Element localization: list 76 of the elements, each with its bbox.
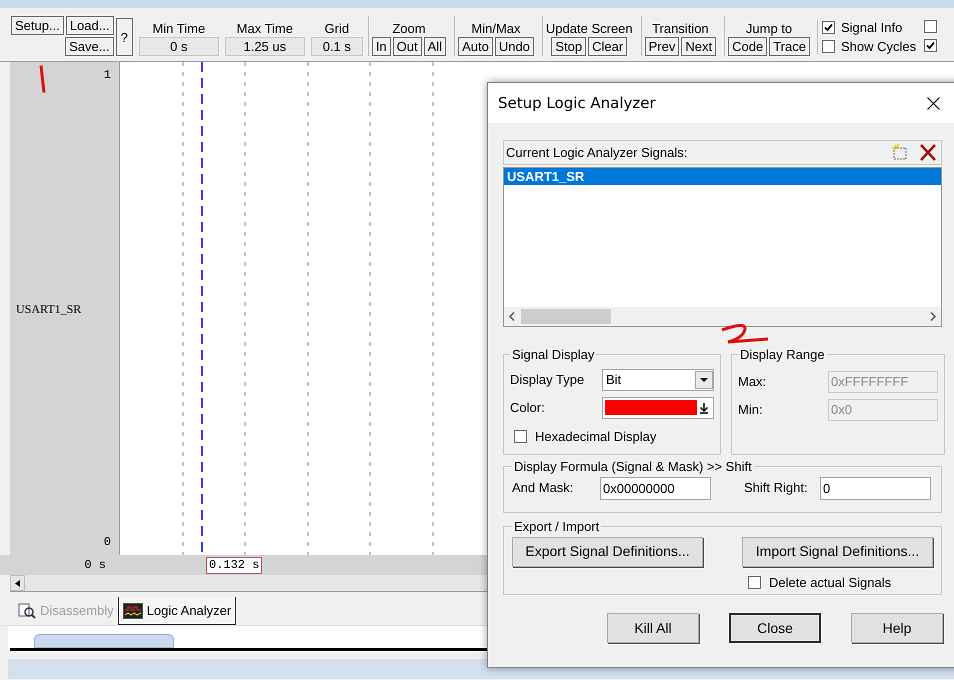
toolbar-button[interactable]: Auto: [458, 37, 493, 56]
toolbar-button[interactable]: Save...: [65, 37, 114, 56]
readout-value: 1.25 us: [224, 37, 305, 56]
caret-icon: [700, 378, 708, 382]
waveform-icon: [122, 602, 143, 618]
option-checkbox[interactable]: [924, 20, 938, 33]
field-label: Min:: [738, 400, 764, 419]
field-label: Max:: [738, 372, 768, 391]
magnifier-icon: [18, 603, 36, 619]
group-label: Zoom: [392, 20, 426, 37]
close-icon[interactable]: [927, 96, 940, 110]
color-picker[interactable]: [602, 396, 714, 418]
toolbar-button[interactable]: Load...: [66, 16, 114, 35]
checkbox-label: Hexadecimal Display: [535, 428, 656, 446]
field-label: Color:: [510, 398, 546, 417]
group-legend: Signal Display: [510, 345, 596, 364]
chevron-left-icon: [509, 312, 515, 321]
field-label: Shift Right:: [744, 479, 809, 498]
option-checkbox[interactable]: [924, 39, 938, 52]
cursor-time: 0.132 s: [206, 556, 262, 574]
group-legend: Display Range: [738, 345, 827, 364]
readout-value: 0 s: [138, 37, 219, 56]
toolbar-button[interactable]: Clear: [588, 37, 628, 56]
readout-label: Grid: [324, 20, 350, 37]
option-label: Show Cycles: [840, 39, 916, 54]
readout-label: Max Time: [236, 20, 293, 37]
group-label: Update Screen: [546, 20, 633, 37]
hexadecimal-checkbox[interactable]: [514, 430, 527, 443]
readout-label: Min Time: [152, 20, 206, 37]
toolbar-button[interactable]: Setup...: [11, 16, 64, 35]
scroll-left-icon[interactable]: [10, 575, 25, 591]
horizontal-scrollbar[interactable]: [504, 307, 941, 326]
time-label: 0 s: [83, 557, 107, 574]
dialog-button[interactable]: Import Signal Definitions...: [742, 536, 933, 566]
group-label: Jump to: [746, 20, 792, 37]
group-label: Transition: [652, 20, 709, 37]
toolbar-button[interactable]: Prev: [644, 37, 680, 56]
group-legend: Display Formula (Signal & Mask) >> Shift: [512, 457, 754, 476]
group-label: Min/Max: [471, 20, 521, 37]
field-label: And Mask:: [512, 479, 574, 498]
dialog-button[interactable]: Export Signal Definitions...: [512, 536, 703, 566]
option-checkbox[interactable]: [822, 40, 835, 53]
dialog-button[interactable]: Help: [851, 613, 943, 643]
toolbar-button[interactable]: Trace: [769, 37, 810, 56]
option-checkbox[interactable]: [822, 21, 835, 34]
toolbar-button[interactable]: Stop: [551, 37, 586, 56]
checkbox-label: Delete actual Signals: [769, 574, 892, 592]
axis-label: 1: [104, 67, 111, 84]
option-label: Signal Info: [840, 20, 902, 35]
toolbar-button[interactable]: All: [424, 37, 446, 56]
axis-label: 0: [104, 534, 111, 551]
toolbar-button[interactable]: Next: [681, 37, 716, 56]
signal-list-item[interactable]: USART1_SR: [504, 168, 941, 185]
readout-value: 0.1 s: [310, 37, 363, 56]
chevron-right-icon: [930, 312, 936, 321]
dialog-button[interactable]: Close: [729, 613, 821, 643]
toolbar-button[interactable]: In: [372, 37, 391, 56]
download-arrow-icon: [697, 400, 711, 414]
annotation-stroke: [720, 322, 770, 344]
display-type-select[interactable]: Bit: [602, 368, 714, 390]
delete-signals-checkbox[interactable]: [748, 576, 761, 589]
field-label: Display Type: [510, 370, 586, 389]
toolbar-button[interactable]: Undo: [494, 37, 534, 56]
and-mask-input[interactable]: 0x00000000: [600, 476, 711, 500]
dialog-button[interactable]: Kill All: [607, 613, 699, 643]
dialog-title: Setup Logic Analyzer: [498, 92, 656, 114]
toolbar-button[interactable]: ?: [116, 18, 133, 56]
toolbar-button[interactable]: Code: [728, 37, 768, 56]
shift-right-input[interactable]: 0: [820, 476, 931, 500]
signals-label: Current Logic Analyzer Signals:: [506, 144, 688, 162]
signal-name: USART1_SR: [15, 300, 82, 318]
group-legend: Export / Import: [512, 517, 602, 536]
annotation-stroke: [39, 64, 46, 94]
scroll-thumb[interactable]: [521, 309, 611, 324]
view-tab[interactable]: Logic Analyzer: [118, 597, 236, 625]
toolbar-button[interactable]: Out: [392, 37, 422, 56]
